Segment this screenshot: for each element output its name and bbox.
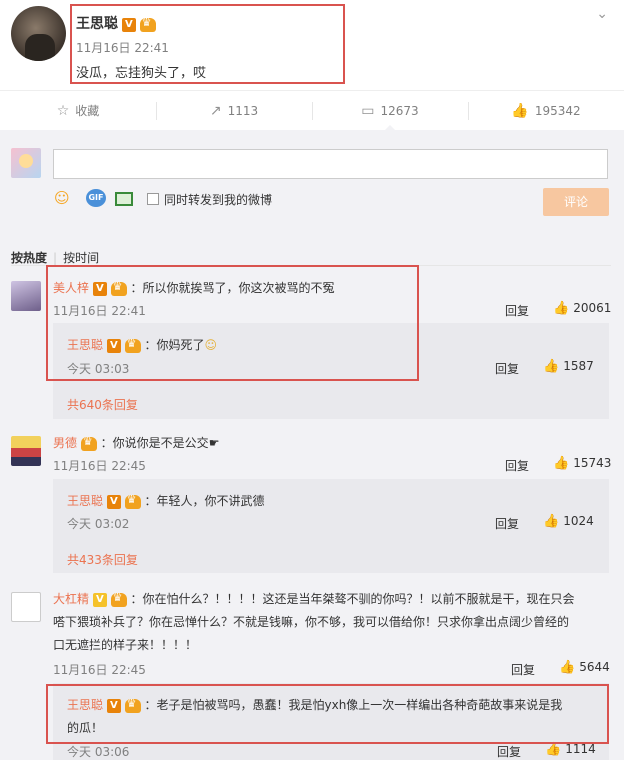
verified-icon: V	[121, 17, 136, 32]
highlight-box	[46, 684, 609, 744]
more-replies-link[interactable]: 共640条回复	[67, 396, 138, 413]
reply-like-count: 1114	[565, 742, 596, 756]
comment-button[interactable]: ▭ 12673	[312, 91, 468, 131]
pointing-emoji-icon: ☛	[208, 436, 220, 450]
comment-time: 11月16日 22:45	[53, 663, 146, 677]
comment-line: 大杠精 V ：你在怕什么？！！！！这还是当年桀骜不驯的你吗？！以前不服就是干，现…	[53, 590, 575, 607]
comment-count: 12673	[380, 103, 419, 118]
tab-sort-hot[interactable]: 按热度	[11, 251, 47, 265]
comment-line: 男德 ：你说你是不是公交☛	[53, 434, 219, 451]
verified-icon: V	[92, 592, 107, 607]
comment-like-button[interactable]: 👍 15743	[553, 456, 611, 471]
reply-button[interactable]: 回复	[497, 743, 521, 760]
author-name[interactable]: 王思聪	[76, 16, 118, 32]
author-avatar[interactable]	[11, 6, 66, 61]
avatar[interactable]	[11, 592, 41, 622]
reply-author[interactable]: 王思聪	[67, 494, 103, 508]
comment-author[interactable]: 大杠精	[53, 592, 89, 606]
action-bar: ☆ 收藏 ↗ 1113 ▭ 12673 👍 195342	[0, 90, 624, 131]
comment-text-line-1: ：你在怕什么？！！！！这还是当年桀骜不驯的你吗？！以前不服就是干，现在只会	[130, 592, 575, 606]
member-crown-icon	[110, 591, 127, 607]
comment-like-button[interactable]: 👍 20061	[553, 301, 611, 316]
reply-button[interactable]: 回复	[505, 457, 529, 474]
share-icon: ↗	[209, 102, 222, 119]
comment-author[interactable]: 男德	[53, 436, 77, 450]
member-crown-icon	[80, 435, 97, 451]
favorite-button[interactable]: ☆ 收藏	[0, 91, 156, 130]
comment-input[interactable]	[53, 149, 608, 179]
avatar[interactable]	[11, 281, 41, 311]
weibo-post: 王思聪 V 11月16日 22:41 没瓜，忘挂狗头了，哎 ⌄	[0, 0, 624, 90]
chevron-down-icon[interactable]: ⌄	[596, 6, 608, 22]
comment-text: ：你说你是不是公交	[100, 436, 209, 450]
comment-like-count: 15743	[573, 456, 612, 470]
member-crown-icon	[139, 16, 156, 32]
reply-like-button[interactable]: 👍 1024	[543, 514, 594, 529]
more-replies-link[interactable]: 共433条回复	[67, 551, 138, 568]
comment-like-button[interactable]: 👍 5644	[559, 660, 610, 675]
star-icon: ☆	[56, 102, 70, 119]
reply-text: ：年轻人，你不讲武德	[144, 494, 265, 508]
like-count: 195342	[534, 103, 581, 118]
avatar[interactable]	[11, 436, 41, 466]
post-time[interactable]: 11月16日 22:41	[76, 39, 169, 56]
member-crown-icon	[124, 493, 141, 509]
sort-tabs: 按热度 | 按时间	[11, 249, 99, 266]
comment-like-count: 5644	[579, 660, 610, 674]
thumb-up-icon: 👍	[543, 359, 560, 374]
thumb-up-icon: 👍	[553, 301, 570, 316]
reply-button[interactable]: 回复	[495, 515, 519, 532]
reply-button[interactable]: 回复	[505, 302, 529, 319]
gif-icon[interactable]: GIF	[86, 189, 106, 207]
author-name-line: 王思聪 V	[76, 13, 156, 33]
reply-button[interactable]: 回复	[511, 661, 535, 678]
reply-like-button[interactable]: 👍 1114	[545, 742, 596, 757]
reply-like-count: 1587	[563, 359, 594, 373]
reply-time: 今天 03:02	[67, 517, 130, 531]
thumb-up-icon: 👍	[545, 742, 562, 757]
favorite-label: 收藏	[75, 104, 100, 118]
comment-icon: ▭	[361, 102, 375, 119]
my-avatar	[11, 148, 41, 178]
reply-like-count: 1024	[563, 514, 594, 528]
highlight-box	[46, 265, 419, 381]
thumb-up-icon: 👍	[553, 456, 570, 471]
repost-count: 1113	[227, 103, 259, 118]
thumb-up-icon: 👍	[543, 514, 560, 529]
like-button[interactable]: 👍 195342	[468, 91, 624, 130]
emoji-icon[interactable]: ☺	[54, 189, 70, 207]
sync-repost-label: 同时转发到我的微博	[164, 193, 273, 207]
image-icon[interactable]	[115, 192, 133, 206]
comment-text-line-3: 口无遮拦的样子来！！！！	[53, 638, 198, 652]
reply-like-button[interactable]: 👍 1587	[543, 359, 594, 374]
sync-repost-checkbox[interactable]	[147, 193, 159, 205]
reply-button[interactable]: 回复	[495, 360, 519, 377]
post-text: 没瓜，忘挂狗头了，哎	[76, 66, 207, 81]
repost-button[interactable]: ↗ 1113	[156, 91, 312, 130]
verified-icon: V	[106, 494, 121, 509]
thumb-up-icon: 👍	[559, 660, 576, 675]
sort-divider: |	[53, 251, 58, 265]
tab-sort-time[interactable]: 按时间	[63, 251, 99, 265]
reply-time: 今天 03:06	[67, 745, 130, 759]
thumb-up-icon: 👍	[511, 102, 529, 119]
submit-comment-button[interactable]: 评论	[543, 188, 609, 216]
comment-text-line-2: 嗒下猥琐补兵了？你在忌惮什么？不就是钱嘛，你不够，我可以借给你！只求你拿出点阔少…	[53, 615, 570, 629]
reply-line: 王思聪 V ：年轻人，你不讲武德	[67, 492, 265, 509]
comment-like-count: 20061	[573, 301, 612, 315]
comment-time: 11月16日 22:45	[53, 459, 146, 473]
